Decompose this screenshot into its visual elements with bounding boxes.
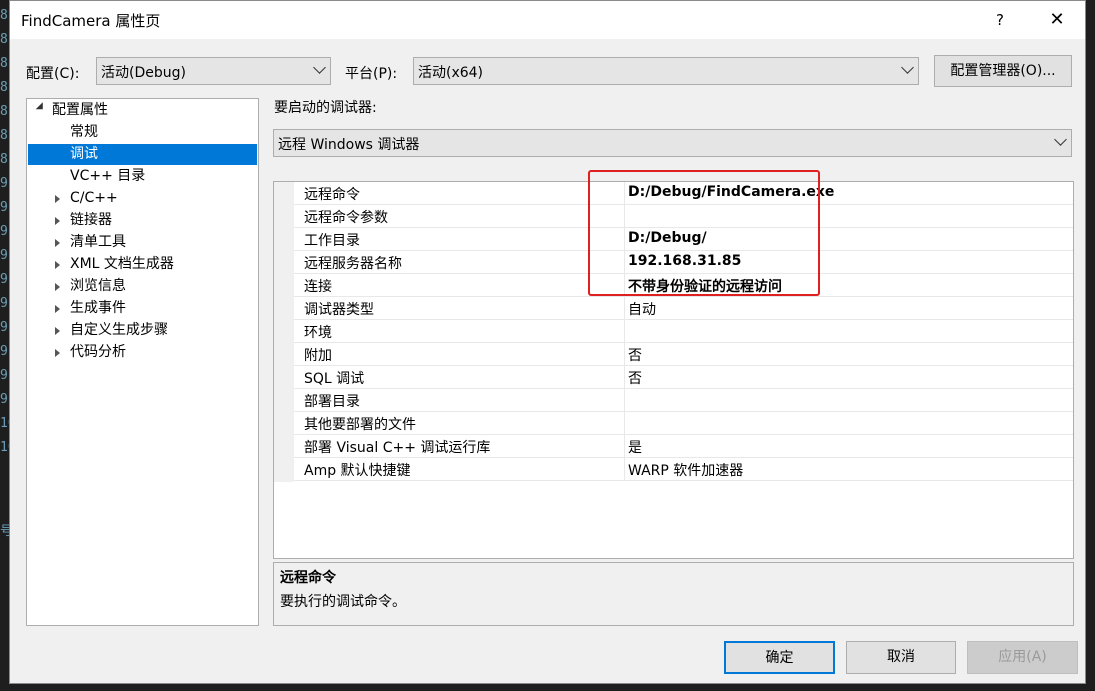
tree-item[interactable]: VC++ 目录: [70, 166, 145, 187]
collapsed-triangle-icon[interactable]: [55, 261, 60, 269]
property-name: 附加: [304, 348, 332, 364]
collapsed-triangle-icon[interactable]: [55, 349, 60, 357]
expanded-triangle-icon[interactable]: [35, 102, 47, 113]
title-bar: FindCamera 属性页 ? ✕: [10, 1, 1085, 39]
tree-item[interactable]: 自定义生成步骤: [70, 320, 168, 341]
window-title: FindCamera 属性页: [21, 12, 161, 30]
property-name: 远程命令参数: [304, 210, 388, 226]
column-divider: [624, 297, 625, 320]
tree-root-config-properties[interactable]: 配置属性: [52, 100, 108, 121]
property-row[interactable]: Amp 默认快捷键 WARP 软件加速器: [294, 458, 1073, 481]
property-pages-dialog: FindCamera 属性页 ? ✕ 配置(C): 活动(Debug) 平台(P…: [9, 0, 1086, 684]
property-row[interactable]: 其他要部署的文件: [294, 412, 1073, 435]
description-title: 远程命令: [280, 570, 336, 586]
column-divider: [624, 366, 625, 389]
property-name: Amp 默认快捷键: [304, 463, 411, 479]
debugger-combo-value: 远程 Windows 调试器: [278, 137, 420, 153]
property-row[interactable]: 附加 否: [294, 343, 1073, 366]
collapsed-triangle-icon[interactable]: [55, 195, 60, 203]
property-row[interactable]: 部署 Visual C++ 调试运行库 是: [294, 435, 1073, 458]
tree-item[interactable]: 清单工具: [70, 232, 126, 253]
chevron-down-icon: [313, 61, 326, 74]
property-name: 远程命令: [304, 187, 360, 203]
grid-gutter: [274, 182, 294, 482]
tree-item[interactable]: 生成事件: [70, 298, 126, 319]
config-label: 配置(C):: [26, 66, 80, 82]
platform-combo[interactable]: 活动(x64): [413, 57, 919, 85]
property-value[interactable]: 自动: [628, 299, 656, 319]
config-combo-value: 活动(Debug): [101, 65, 186, 81]
debugger-label: 要启动的调试器:: [274, 100, 377, 116]
property-value[interactable]: WARP 软件加速器: [628, 460, 743, 480]
help-button[interactable]: ?: [985, 5, 1015, 35]
highlight-box: [588, 170, 820, 296]
collapsed-triangle-icon[interactable]: [55, 327, 60, 335]
column-divider: [624, 435, 625, 458]
tree-selection-highlight: [28, 144, 257, 165]
apply-button[interactable]: 应用(A): [967, 641, 1078, 674]
property-row[interactable]: SQL 调试 否: [294, 366, 1073, 389]
property-name: 工作目录: [304, 233, 360, 249]
tree-item[interactable]: 常规: [70, 122, 98, 143]
chevron-down-icon: [901, 61, 914, 74]
chevron-down-icon: [1054, 133, 1067, 146]
property-value[interactable]: 否: [628, 345, 642, 365]
property-name: SQL 调试: [304, 371, 365, 387]
collapsed-triangle-icon[interactable]: [55, 217, 60, 225]
property-name: 连接: [304, 279, 332, 295]
tree-item[interactable]: 调试: [70, 144, 98, 165]
column-divider: [624, 320, 625, 343]
column-divider: [624, 343, 625, 366]
cancel-button[interactable]: 取消: [846, 641, 956, 674]
tree-item[interactable]: 浏览信息: [70, 276, 126, 297]
property-name: 部署目录: [304, 394, 360, 410]
tree-item[interactable]: 链接器: [70, 210, 112, 231]
ok-button[interactable]: 确定: [724, 641, 835, 674]
configuration-manager-button[interactable]: 配置管理器(O)...: [934, 55, 1072, 87]
tree-item[interactable]: C/C++: [70, 188, 118, 209]
collapsed-triangle-icon[interactable]: [55, 239, 60, 247]
debugger-combo[interactable]: 远程 Windows 调试器: [273, 129, 1072, 157]
property-name: 远程服务器名称: [304, 256, 402, 272]
column-divider: [624, 412, 625, 435]
property-row[interactable]: 部署目录: [294, 389, 1073, 412]
tree-item[interactable]: 代码分析: [70, 342, 126, 363]
description-panel: 远程命令 要执行的调试命令。: [273, 562, 1074, 626]
property-value[interactable]: 否: [628, 368, 642, 388]
collapsed-triangle-icon[interactable]: [55, 305, 60, 313]
config-combo[interactable]: 活动(Debug): [96, 57, 331, 85]
description-text: 要执行的调试命令。: [280, 594, 406, 610]
property-name: 环境: [304, 325, 332, 341]
property-value[interactable]: 是: [628, 437, 642, 457]
property-tree: 配置属性 常规 调试 VC++ 目录 C/C++ 链接器 清单工具 XML 文档生成器 浏览信…: [26, 98, 259, 626]
column-divider: [624, 389, 625, 412]
platform-label: 平台(P):: [345, 66, 398, 82]
tree-item[interactable]: XML 文档生成器: [70, 254, 174, 275]
property-row[interactable]: 调试器类型 自动: [294, 297, 1073, 320]
platform-combo-value: 活动(x64): [418, 65, 484, 81]
property-name: 其他要部署的文件: [304, 417, 416, 433]
column-divider: [624, 458, 625, 481]
collapsed-triangle-icon[interactable]: [55, 283, 60, 291]
close-button[interactable]: ✕: [1040, 5, 1074, 35]
property-name: 部署 Visual C++ 调试运行库: [304, 440, 491, 456]
property-row[interactable]: 环境: [294, 320, 1073, 343]
property-name: 调试器类型: [304, 302, 374, 318]
